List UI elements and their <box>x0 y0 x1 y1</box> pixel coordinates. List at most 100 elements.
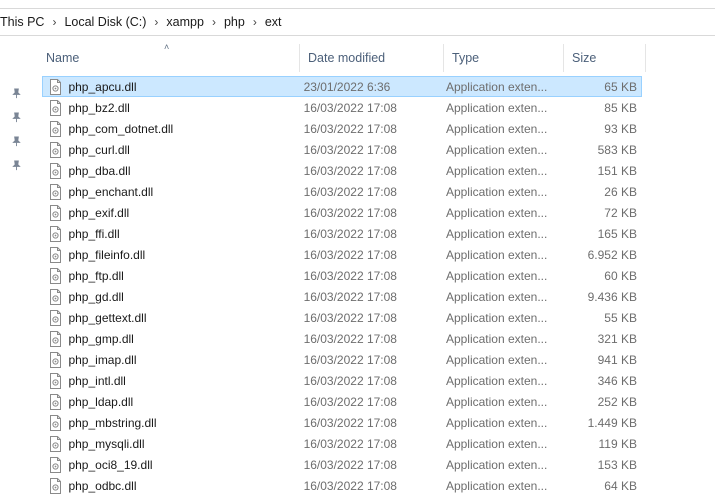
file-name: php_curl.dll <box>68 142 130 157</box>
file-size: 583 KB <box>597 142 637 157</box>
column-header-type[interactable]: Type <box>444 44 564 72</box>
file-type: Application exten... <box>445 268 548 283</box>
file-row[interactable]: php_dba.dll 16/03/2022 17:08 Application e… <box>42 160 642 181</box>
chevron-right-icon[interactable]: › <box>249 15 261 29</box>
dll-file-icon <box>45 225 66 242</box>
file-row[interactable]: php_intl.dll 16/03/2022 17:08 Application … <box>42 370 642 391</box>
file-type: Application exten... <box>445 163 548 178</box>
file-row[interactable]: php_imap.dll 16/03/2022 17:08 Application … <box>42 349 642 370</box>
file-type: Application exten... <box>445 289 548 304</box>
file-row[interactable]: php_gmp.dll 16/03/2022 17:08 Application e… <box>42 328 642 349</box>
file-name: php_mysqli.dll <box>68 436 145 451</box>
file-type: Application exten... <box>445 79 548 94</box>
file-type: Application exten... <box>445 100 548 115</box>
file-size: 119 KB <box>598 436 637 451</box>
file-size: 6.952 KB <box>587 247 637 262</box>
breadcrumb-item[interactable]: xampp <box>162 15 208 29</box>
file-date-modified: 16/03/2022 17:08 <box>303 478 397 493</box>
dll-file-icon <box>45 78 66 95</box>
breadcrumb[interactable]: This PC › Local Disk (C:) › xampp › php › ext <box>0 8 715 36</box>
file-type: Application exten... <box>445 436 548 451</box>
file-name: php_intl.dll <box>68 373 126 388</box>
file-name: php_ffi.dll <box>68 226 120 241</box>
file-type: Application exten... <box>445 352 548 367</box>
dll-file-icon <box>45 372 66 389</box>
file-type: Application exten... <box>445 121 548 136</box>
file-row[interactable]: php_curl.dll 16/03/2022 17:08 Application … <box>42 139 642 160</box>
file-list: php_apcu.dll 23/01/2022 6:36 Application e… <box>42 76 642 496</box>
file-name: php_fileinfo.dll <box>68 247 146 262</box>
dll-file-icon <box>45 204 66 221</box>
chevron-right-icon[interactable]: › <box>48 15 60 29</box>
pin-icon[interactable] <box>8 136 24 160</box>
file-date-modified: 16/03/2022 17:08 <box>303 121 397 136</box>
file-row[interactable]: php_ftp.dll 16/03/2022 17:08 Application e… <box>42 265 642 286</box>
file-row[interactable]: php_mbstring.dll 16/03/2022 17:08 Applicat… <box>42 412 642 433</box>
pin-icon[interactable] <box>8 88 24 112</box>
breadcrumb-item[interactable]: Local Disk (C:) <box>60 15 150 29</box>
file-type: Application exten... <box>445 205 548 220</box>
file-date-modified: 16/03/2022 17:08 <box>303 352 397 367</box>
address-bar[interactable]: This PC › Local Disk (C:) › xampp › php › ext <box>0 0 715 44</box>
file-size: 85 KB <box>604 100 637 115</box>
file-name: php_ldap.dll <box>68 394 134 409</box>
file-row[interactable]: php_gettext.dll 16/03/2022 17:08 Applicati… <box>42 307 642 328</box>
file-type: Application exten... <box>445 331 548 346</box>
file-date-modified: 16/03/2022 17:08 <box>303 373 397 388</box>
breadcrumb-item[interactable]: This PC <box>0 15 48 29</box>
file-row[interactable]: php_odbc.dll 16/03/2022 17:08 Application … <box>42 475 642 496</box>
file-name: php_gd.dll <box>68 289 124 304</box>
file-type: Application exten... <box>445 226 548 241</box>
dll-file-icon <box>45 267 66 284</box>
file-size: 346 KB <box>597 373 637 388</box>
breadcrumb-item[interactable]: ext <box>261 15 286 29</box>
chevron-right-icon[interactable]: › <box>208 15 220 29</box>
column-header-row: ˄ Name Date modified Type Size <box>38 42 646 72</box>
column-header-date-label: Date modified <box>308 51 386 65</box>
file-size: 65 KB <box>604 79 637 94</box>
dll-file-icon <box>45 456 66 473</box>
file-name: php_enchant.dll <box>68 184 154 199</box>
pin-icon[interactable] <box>8 112 24 136</box>
file-size: 55 KB <box>604 310 637 325</box>
dll-file-icon <box>45 288 66 305</box>
file-size: 9.436 KB <box>587 289 637 304</box>
file-row[interactable]: php_ldap.dll 16/03/2022 17:08 Application … <box>42 391 642 412</box>
file-row[interactable]: php_apcu.dll 23/01/2022 6:36 Application e… <box>42 76 642 97</box>
file-size: 321 KB <box>597 331 637 346</box>
dll-file-icon <box>45 183 66 200</box>
file-row[interactable]: php_exif.dll 16/03/2022 17:08 Application … <box>42 202 642 223</box>
file-name: php_com_dotnet.dll <box>68 121 174 136</box>
file-date-modified: 16/03/2022 17:08 <box>303 268 397 283</box>
file-row[interactable]: php_enchant.dll 16/03/2022 17:08 Applicati… <box>42 181 642 202</box>
file-date-modified: 16/03/2022 17:08 <box>303 163 397 178</box>
quick-access-pins <box>8 88 28 184</box>
pin-icon[interactable] <box>8 160 24 184</box>
dll-file-icon <box>45 414 66 431</box>
file-date-modified: 16/03/2022 17:08 <box>303 436 397 451</box>
file-type: Application exten... <box>445 310 548 325</box>
file-size: 93 KB <box>604 121 637 136</box>
chevron-right-icon[interactable]: › <box>150 15 162 29</box>
file-size: 1.449 KB <box>587 415 637 430</box>
file-row[interactable]: php_com_dotnet.dll 16/03/2022 17:08 Applic… <box>42 118 642 139</box>
file-row[interactable]: php_oci8_19.dll 16/03/2022 17:08 Applicati… <box>42 454 642 475</box>
file-size: 165 KB <box>597 226 637 241</box>
file-row[interactable]: php_fileinfo.dll 16/03/2022 17:08 Applicat… <box>42 244 642 265</box>
file-row[interactable]: php_mysqli.dll 16/03/2022 17:08 Applicatio… <box>42 433 642 454</box>
file-size: 941 KB <box>597 352 637 367</box>
file-date-modified: 16/03/2022 17:08 <box>303 457 397 472</box>
file-date-modified: 16/03/2022 17:08 <box>303 394 397 409</box>
sort-ascending-icon: ˄ <box>164 42 170 52</box>
file-name: php_bz2.dll <box>68 100 130 115</box>
file-row[interactable]: php_gd.dll 16/03/2022 17:08 Application ex… <box>42 286 642 307</box>
column-header-name[interactable]: ˄ Name <box>38 42 300 72</box>
column-header-date[interactable]: Date modified <box>300 44 444 72</box>
file-date-modified: 16/03/2022 17:08 <box>303 226 397 241</box>
file-row[interactable]: php_bz2.dll 16/03/2022 17:08 Application e… <box>42 97 642 118</box>
column-header-size[interactable]: Size <box>564 44 646 72</box>
file-date-modified: 23/01/2022 6:36 <box>303 79 391 94</box>
file-row[interactable]: php_ffi.dll 16/03/2022 17:08 Application e… <box>42 223 642 244</box>
breadcrumb-item[interactable]: php <box>220 15 249 29</box>
file-name: php_oci8_19.dll <box>68 457 153 472</box>
